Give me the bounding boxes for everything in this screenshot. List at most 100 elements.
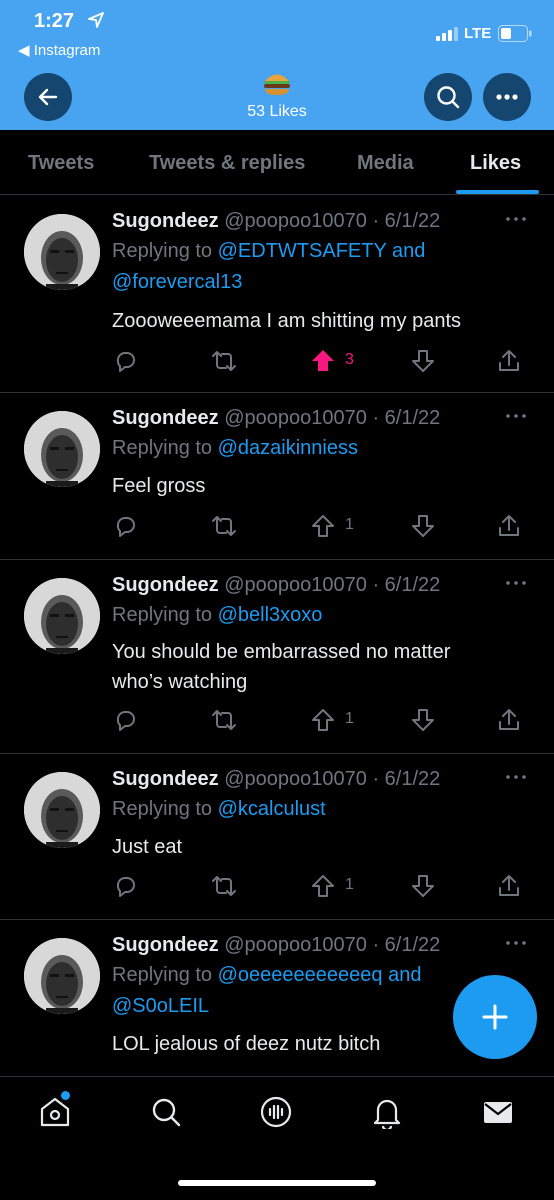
reply-icon[interactable] bbox=[112, 707, 138, 733]
retweet-icon[interactable] bbox=[211, 873, 237, 899]
profile-tabs: Tweets Tweets & replies Media Likes bbox=[0, 130, 554, 195]
tweet-text: Zoooweeemama I am shitting my pants bbox=[112, 310, 462, 332]
reply-icon[interactable] bbox=[112, 513, 138, 539]
replying-to: Replying to @EDTWTSAFETY and @forevercal… bbox=[112, 236, 425, 298]
share-icon[interactable] bbox=[496, 707, 522, 733]
upvote-count: 1 bbox=[345, 876, 354, 893]
avatar-face-image bbox=[24, 772, 100, 848]
retweet-icon[interactable] bbox=[211, 707, 237, 733]
tweet[interactable]: Sugondeez @poopoo10070 · 6/1/22 Replying… bbox=[0, 754, 554, 920]
compose-tweet-button[interactable] bbox=[453, 975, 537, 1059]
upvote-count: 3 bbox=[345, 351, 354, 368]
tweet-more-icon[interactable] bbox=[504, 938, 528, 948]
tab-likes[interactable]: Likes bbox=[470, 152, 521, 175]
tweet-more-icon[interactable] bbox=[504, 772, 528, 782]
author-handle-date: @poopoo10070 · 6/1/22 bbox=[224, 768, 441, 790]
tweet-text: You should be embarrassed no matter who’… bbox=[112, 637, 532, 697]
mention-link[interactable]: @dazaikinniess bbox=[218, 437, 358, 459]
compose-plus-icon bbox=[482, 1004, 508, 1030]
downvote-icon[interactable] bbox=[410, 707, 436, 733]
tweet-author[interactable]: Sugondeez @poopoo10070 · 6/1/22 bbox=[112, 407, 440, 430]
search-button[interactable] bbox=[424, 73, 472, 121]
more-button[interactable] bbox=[483, 73, 531, 121]
share-icon[interactable] bbox=[496, 348, 522, 374]
upvote-count: 1 bbox=[345, 710, 354, 727]
avatar-face-image bbox=[24, 411, 100, 487]
home-icon[interactable] bbox=[38, 1095, 72, 1129]
tab-tweets-replies[interactable]: Tweets & replies bbox=[149, 152, 305, 175]
upvote-icon[interactable] bbox=[310, 513, 336, 539]
avatar[interactable] bbox=[24, 411, 100, 487]
tweet-actions: 1 bbox=[0, 873, 554, 899]
tweet-text: Just eat bbox=[112, 836, 183, 858]
hamburger-emoji-icon bbox=[264, 74, 290, 95]
author-name: Sugondeez bbox=[112, 768, 219, 790]
replying-prefix: Replying to bbox=[112, 240, 218, 262]
active-tab-indicator bbox=[456, 190, 539, 194]
replying-prefix: Replying to bbox=[112, 964, 218, 986]
author-name: Sugondeez bbox=[112, 210, 219, 232]
explore-icon[interactable] bbox=[149, 1095, 183, 1129]
tweet-actions: 1 bbox=[0, 513, 554, 539]
mention-link[interactable]: @kcalculust bbox=[218, 798, 326, 820]
tweet[interactable]: Sugondeez @poopoo10070 · 6/1/22 Replying… bbox=[0, 560, 554, 754]
tweet-text-line: You should be embarrassed no matter bbox=[112, 641, 451, 663]
avatar[interactable] bbox=[24, 578, 100, 654]
notifications-icon[interactable] bbox=[370, 1095, 404, 1129]
tweet[interactable]: Sugondeez @poopoo10070 · 6/1/22 Replying… bbox=[0, 196, 554, 393]
tweet-actions: 3 bbox=[0, 348, 554, 374]
downvote-icon[interactable] bbox=[410, 348, 436, 374]
tweet-actions: 1 bbox=[0, 707, 554, 733]
avatar[interactable] bbox=[24, 938, 100, 1014]
mention-link[interactable]: @S0oLEIL bbox=[112, 995, 209, 1017]
upvote-icon[interactable] bbox=[310, 873, 336, 899]
tweet[interactable]: Sugondeez @poopoo10070 · 6/1/22 Replying… bbox=[0, 393, 554, 560]
tweet-more-icon[interactable] bbox=[504, 578, 528, 588]
tweet-more-icon[interactable] bbox=[504, 214, 528, 224]
author-handle-date: @poopoo10070 · 6/1/22 bbox=[224, 407, 441, 429]
retweet-icon[interactable] bbox=[211, 348, 237, 374]
author-handle-date: @poopoo10070 · 6/1/22 bbox=[224, 574, 441, 596]
tweet-author[interactable]: Sugondeez @poopoo10070 · 6/1/22 bbox=[112, 574, 440, 597]
replying-prefix: Replying to bbox=[112, 604, 218, 626]
downvote-icon[interactable] bbox=[410, 873, 436, 899]
author-name: Sugondeez bbox=[112, 407, 219, 429]
tweet-author[interactable]: Sugondeez @poopoo10070 · 6/1/22 bbox=[112, 768, 440, 791]
signal-icon bbox=[436, 27, 458, 41]
more-icon bbox=[496, 94, 518, 100]
author-name: Sugondeez bbox=[112, 934, 219, 956]
tweet-text-line: who’s watching bbox=[112, 671, 248, 693]
tweet-author[interactable]: Sugondeez @poopoo10070 · 6/1/22 bbox=[112, 934, 440, 957]
avatar[interactable] bbox=[24, 772, 100, 848]
tab-media[interactable]: Media bbox=[357, 152, 414, 175]
avatar-face-image bbox=[24, 214, 100, 290]
downvote-icon[interactable] bbox=[410, 513, 436, 539]
replying-to: Replying to @dazaikinniess bbox=[112, 433, 358, 464]
upvote-icon[interactable] bbox=[310, 707, 336, 733]
reply-icon[interactable] bbox=[112, 873, 138, 899]
tweet-more-icon[interactable] bbox=[504, 411, 528, 421]
share-icon[interactable] bbox=[496, 873, 522, 899]
reply-icon[interactable] bbox=[112, 348, 138, 374]
tab-tweets[interactable]: Tweets bbox=[28, 152, 94, 175]
likes-count-title: 53 Likes bbox=[247, 103, 307, 120]
location-arrow-icon bbox=[88, 12, 104, 28]
mention-link[interactable]: @forevercal13 bbox=[112, 271, 242, 293]
status-time: 1:27 bbox=[34, 10, 75, 32]
avatar[interactable] bbox=[24, 214, 100, 290]
likes-feed: Sugondeez @poopoo10070 · 6/1/22 Replying… bbox=[0, 196, 554, 1076]
upvote-icon[interactable] bbox=[310, 348, 336, 374]
retweet-icon[interactable] bbox=[211, 513, 237, 539]
upvote-count: 1 bbox=[345, 516, 354, 533]
mention-link[interactable]: @oeeeeeeeeeeeq and bbox=[218, 964, 422, 986]
avatar-face-image bbox=[24, 938, 100, 1014]
mention-link[interactable]: @bell3xoxo bbox=[218, 604, 323, 626]
share-icon[interactable] bbox=[496, 513, 522, 539]
messages-icon[interactable] bbox=[481, 1095, 515, 1129]
back-to-app-link[interactable]: ◀ Instagram bbox=[18, 41, 100, 59]
tweet-author[interactable]: Sugondeez @poopoo10070 · 6/1/22 bbox=[112, 210, 440, 233]
avatar-face-image bbox=[24, 578, 100, 654]
mention-link[interactable]: @EDTWTSAFETY and bbox=[218, 240, 426, 262]
spaces-icon[interactable] bbox=[259, 1095, 293, 1129]
search-icon bbox=[437, 86, 460, 109]
